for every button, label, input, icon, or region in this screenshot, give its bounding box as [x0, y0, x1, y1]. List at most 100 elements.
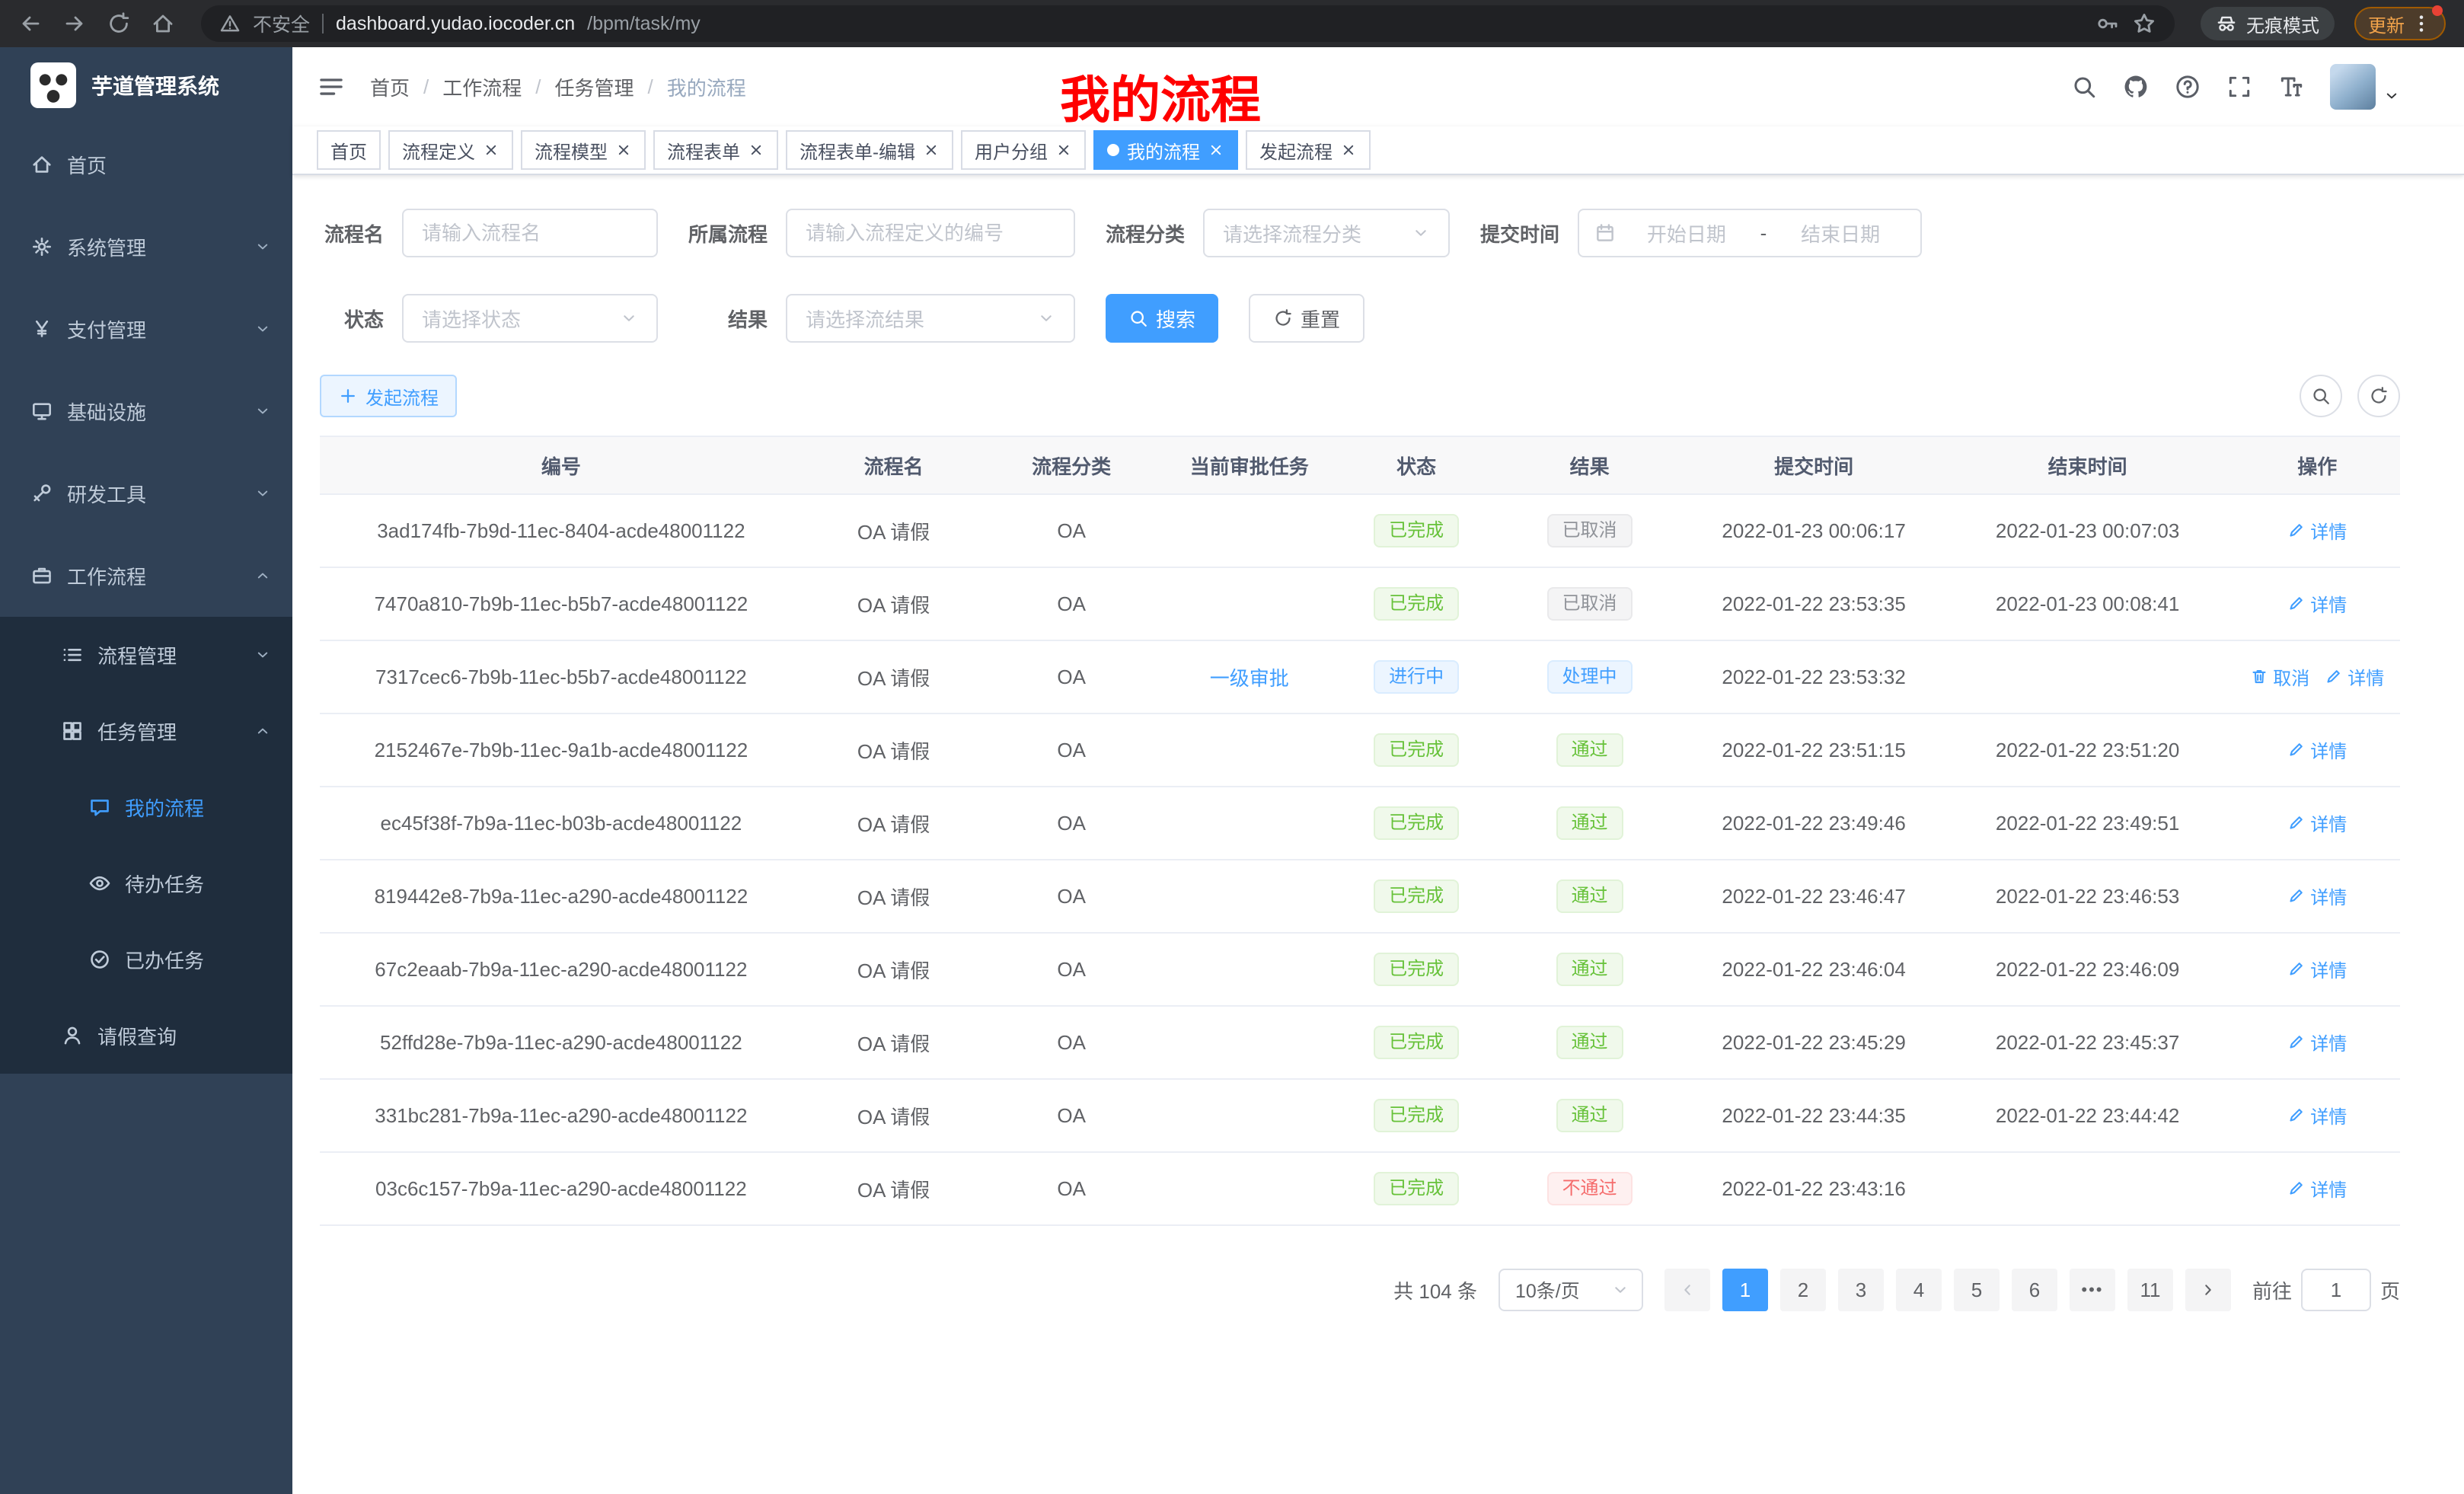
sidebar-item-done-task[interactable]: 已办任务 — [0, 921, 292, 998]
user-avatar-menu[interactable] — [2330, 64, 2400, 110]
page-button-2[interactable]: 2 — [1780, 1269, 1826, 1311]
page-ellipsis[interactable]: ••• — [2070, 1269, 2115, 1311]
close-icon[interactable] — [1208, 142, 1224, 158]
sidebar-toggle-icon[interactable] — [317, 72, 346, 101]
page-size-select[interactable]: 10条/页 — [1499, 1269, 1643, 1311]
tab-label: 发起流程 — [1259, 137, 1333, 164]
breadcrumb-item[interactable]: 工作流程 — [442, 73, 522, 101]
detail-link[interactable]: 详情 — [2287, 1029, 2347, 1055]
browser-menu-icon[interactable] — [2411, 13, 2432, 34]
result-tag: 处理中 — [1547, 660, 1633, 694]
sidebar-item-process-mgmt[interactable]: 流程管理 — [0, 617, 292, 693]
tab-process-form-edit[interactable]: 流程表单-编辑 — [786, 130, 953, 170]
detail-link[interactable]: 详情 — [2287, 517, 2347, 544]
url-bar[interactable]: 不安全 dashboard.yudao.iocoder.cn/bpm/task/… — [201, 5, 2175, 42]
process-name-input[interactable] — [402, 209, 658, 257]
category-select[interactable]: 请选择流程分类 — [1203, 209, 1450, 257]
sidebar-item-payment[interactable]: 支付管理 — [0, 288, 292, 370]
update-button[interactable]: 更新 — [2354, 7, 2446, 40]
detail-link[interactable]: 详情 — [2325, 663, 2384, 690]
breadcrumb-item: 我的流程 — [667, 73, 746, 101]
browser-home-icon[interactable] — [151, 11, 175, 36]
detail-link[interactable]: 详情 — [2287, 1175, 2347, 1202]
bookmark-star-icon[interactable] — [2132, 11, 2156, 36]
edit-icon — [2287, 959, 2306, 978]
detail-link[interactable]: 详情 — [2287, 809, 2347, 836]
status-tag: 已完成 — [1374, 1099, 1459, 1132]
sidebar-item-home[interactable]: 首页 — [0, 123, 292, 206]
sidebar-item-system[interactable]: 系统管理 — [0, 206, 292, 288]
sidebar-item-label: 我的流程 — [125, 793, 204, 822]
close-icon[interactable] — [483, 142, 500, 158]
cancel-link[interactable]: 取消 — [2250, 663, 2309, 690]
edit-icon — [2287, 1106, 2306, 1124]
tab-create-process[interactable]: 发起流程 — [1246, 130, 1371, 170]
date-range-picker[interactable]: 开始日期 - 结束日期 — [1578, 209, 1922, 257]
table-row: 03c6c157-7b9a-11ec-a290-acde48001122OA 请… — [320, 1152, 2400, 1225]
chevron-down-icon — [254, 485, 271, 502]
close-icon[interactable] — [1340, 142, 1357, 158]
sidebar-item-workflow[interactable]: 工作流程 — [0, 535, 292, 617]
font-size-icon[interactable] — [2278, 74, 2304, 100]
page-button-3[interactable]: 3 — [1838, 1269, 1884, 1311]
search-icon[interactable] — [2071, 74, 2097, 100]
tab-process-form[interactable]: 流程表单 — [653, 130, 778, 170]
back-icon[interactable] — [18, 11, 43, 36]
sidebar-item-task-mgmt[interactable]: 任务管理 — [0, 693, 292, 769]
logo[interactable]: 芋道管理系统 — [0, 47, 292, 123]
warning-icon[interactable] — [219, 13, 241, 34]
detail-label: 详情 — [2310, 1029, 2347, 1055]
refresh-table-button[interactable] — [2357, 375, 2400, 417]
filter-label-category: 流程分类 — [1106, 219, 1185, 247]
create-process-button[interactable]: 发起流程 — [320, 375, 457, 417]
sidebar-item-devtools[interactable]: 研发工具 — [0, 452, 292, 535]
column-header: 结果 — [1492, 436, 1687, 494]
sidebar-item-infra[interactable]: 基础设施 — [0, 370, 292, 452]
breadcrumb-item[interactable]: 任务管理 — [555, 73, 634, 101]
sidebar-item-my-process[interactable]: 我的流程 — [0, 769, 292, 845]
detail-link[interactable]: 详情 — [2287, 883, 2347, 909]
toggle-search-button[interactable] — [2300, 375, 2342, 417]
fullscreen-icon[interactable] — [2226, 74, 2252, 100]
page-button-4[interactable]: 4 — [1896, 1269, 1942, 1311]
result-select[interactable]: 请选择流结果 — [786, 294, 1075, 343]
tab-user-group[interactable]: 用户分组 — [961, 130, 1086, 170]
help-icon[interactable] — [2175, 74, 2201, 100]
close-icon[interactable] — [923, 142, 940, 158]
tab-process-definition[interactable]: 流程定义 — [388, 130, 513, 170]
tab-my-process[interactable]: 我的流程 — [1093, 130, 1238, 170]
reset-button[interactable]: 重置 — [1249, 294, 1364, 343]
status-select[interactable]: 请选择状态 — [402, 294, 658, 343]
sidebar-item-leave-query[interactable]: 请假查询 — [0, 998, 292, 1074]
end-time: 2022-01-22 23:44:42 — [1996, 1104, 2179, 1127]
forward-icon[interactable] — [62, 11, 87, 36]
goto-page-input[interactable] — [2301, 1269, 2371, 1311]
github-icon[interactable] — [2123, 74, 2149, 100]
detail-link[interactable]: 详情 — [2287, 956, 2347, 982]
tab-process-model[interactable]: 流程模型 — [521, 130, 646, 170]
tab-home[interactable]: 首页 — [317, 130, 381, 170]
breadcrumb-item[interactable]: 首页 — [370, 73, 410, 101]
end-time: 2022-01-22 23:49:51 — [1996, 812, 2179, 835]
password-key-icon[interactable] — [2095, 11, 2120, 36]
end-time: 2022-01-22 23:45:37 — [1996, 1031, 2179, 1054]
detail-link[interactable]: 详情 — [2287, 590, 2347, 617]
detail-link[interactable]: 详情 — [2287, 736, 2347, 763]
sidebar-item-todo-task[interactable]: 待办任务 — [0, 845, 292, 921]
current-task-link[interactable]: 一级审批 — [1210, 663, 1289, 691]
page-button-1[interactable]: 1 — [1722, 1269, 1768, 1311]
close-icon[interactable] — [748, 142, 764, 158]
prev-page-button[interactable] — [1664, 1269, 1710, 1311]
search-button[interactable]: 搜索 — [1106, 294, 1218, 343]
close-icon[interactable] — [615, 142, 632, 158]
page-button-5[interactable]: 5 — [1954, 1269, 2000, 1311]
process-key-input[interactable] — [786, 209, 1075, 257]
detail-link[interactable]: 详情 — [2287, 1102, 2347, 1128]
page-button-6[interactable]: 6 — [2012, 1269, 2057, 1311]
goto-suffix: 页 — [2380, 1276, 2400, 1304]
next-page-button[interactable] — [2185, 1269, 2231, 1311]
submit-time: 2022-01-23 00:06:17 — [1722, 519, 1905, 542]
page-button-11[interactable]: 11 — [2127, 1269, 2173, 1311]
reload-icon[interactable] — [107, 11, 131, 36]
close-icon[interactable] — [1055, 142, 1072, 158]
